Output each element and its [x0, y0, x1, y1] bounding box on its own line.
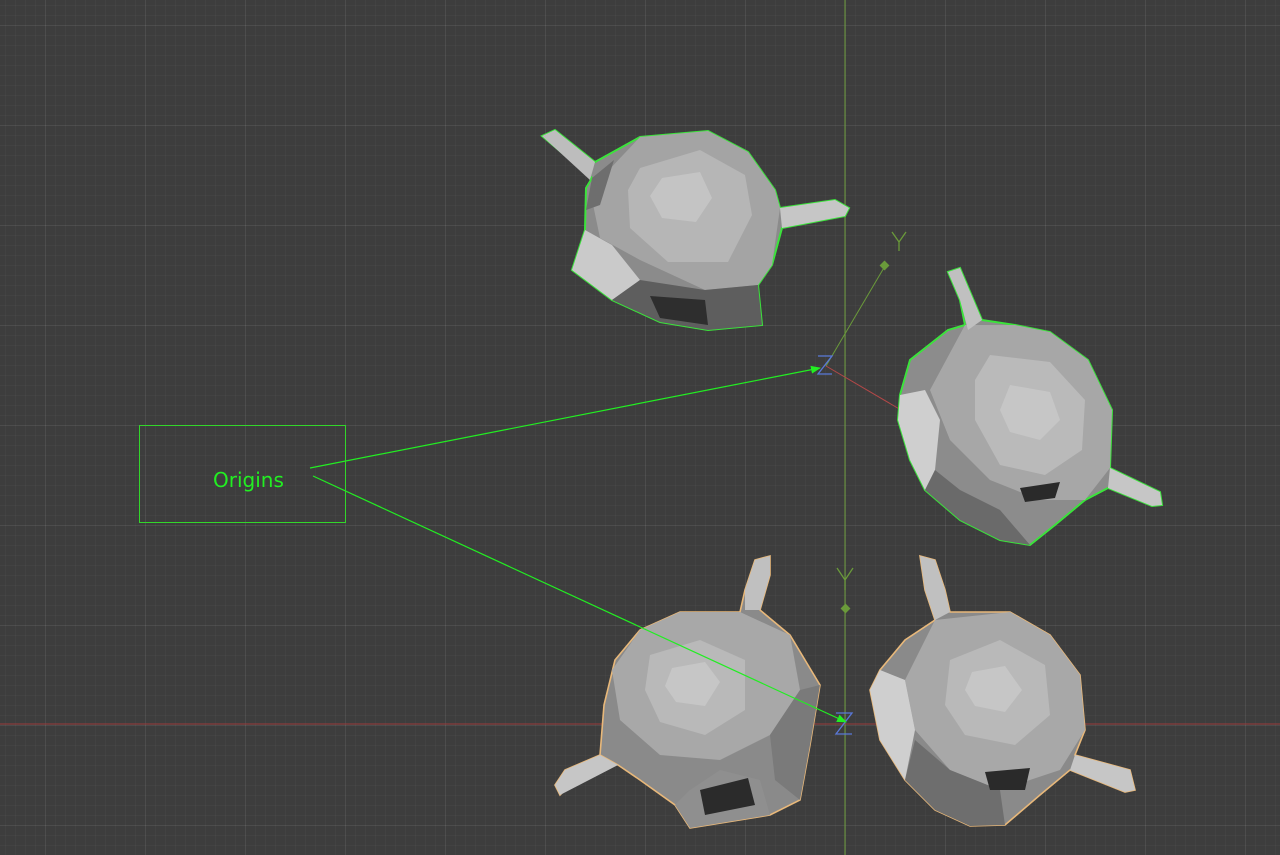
annotation-label: Origins	[213, 468, 284, 492]
mesh-object-top[interactable]	[540, 128, 851, 332]
mesh-object-right[interactable]	[896, 266, 1164, 547]
mesh-object-bottom-right[interactable]	[869, 554, 1136, 827]
annotation-arrow-upper	[309, 365, 821, 469]
annotation-arrow-lower	[312, 475, 847, 723]
3d-viewport[interactable]: Origins	[0, 0, 1280, 855]
